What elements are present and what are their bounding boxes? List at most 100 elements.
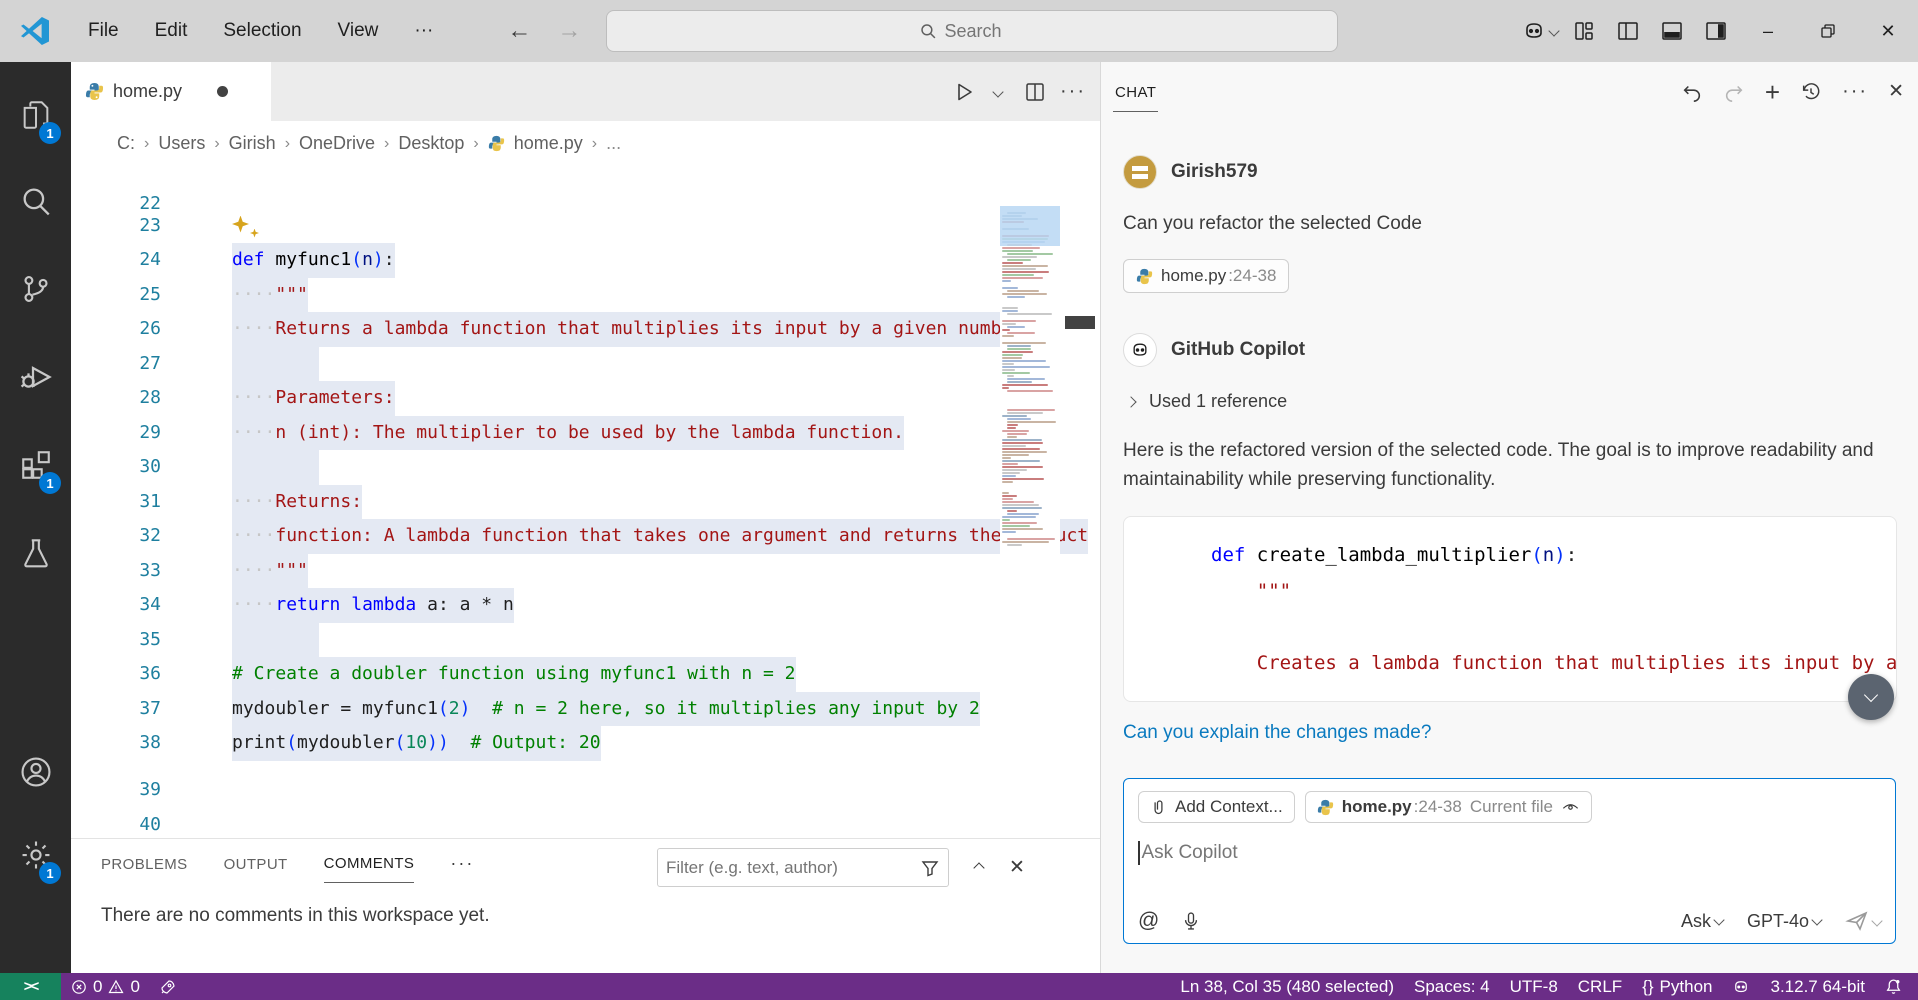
code-line[interactable]: 25····""" <box>71 278 1100 313</box>
microphone-icon[interactable] <box>1181 911 1201 931</box>
sidebar-item-extensions[interactable]: 1 <box>0 430 71 500</box>
code-line[interactable]: 32····function: A lambda function that t… <box>71 519 1100 554</box>
toggle-panel-button[interactable] <box>1650 11 1694 51</box>
code-line[interactable]: 37mydoubler = myfunc1(2) # n = 2 here, s… <box>71 692 1100 727</box>
modified-dot-icon[interactable] <box>217 86 228 97</box>
tab-chat[interactable]: CHAT <box>1113 72 1158 112</box>
copilot-status[interactable] <box>1722 973 1760 1000</box>
customize-layout-button[interactable] <box>1562 11 1606 51</box>
code-line[interactable]: """ <box>1140 573 1896 609</box>
add-context-button[interactable]: Add Context... <box>1138 791 1295 823</box>
breadcrumb-item[interactable]: C: <box>117 133 135 154</box>
panel-more-tabs-button[interactable]: ··· <box>450 853 474 874</box>
sidebar-item-source-control[interactable] <box>0 254 71 324</box>
code-line[interactable]: 38print(mydoubler(10)) # Output: 20 <box>71 726 1100 761</box>
run-dropdown-chevron-icon[interactable] <box>992 86 1003 97</box>
close-window-button[interactable]: ✕ <box>1858 0 1918 62</box>
copilot-sparkle-icon[interactable] <box>232 216 249 233</box>
code-line[interactable]: 40 <box>71 795 1100 830</box>
code-line[interactable]: 23 <box>71 209 1100 244</box>
python-version[interactable]: 3.12.7 64-bit <box>1760 973 1875 1000</box>
restore-button[interactable] <box>1798 0 1858 62</box>
code-line[interactable]: 34····return lambda a: a * n <box>71 588 1100 623</box>
back-arrow-icon[interactable]: ← <box>507 17 531 45</box>
code-line[interactable]: 27 <box>71 347 1100 382</box>
menu-more[interactable]: ··· <box>400 14 447 48</box>
new-chat-button[interactable]: + <box>1765 82 1780 102</box>
sash-handle[interactable] <box>1065 316 1095 329</box>
mode-selector[interactable]: Ask <box>1681 911 1723 932</box>
code-line[interactable] <box>1140 609 1896 645</box>
send-options-chevron-icon[interactable] <box>1871 915 1882 926</box>
code-line[interactable]: 31····Returns: <box>71 485 1100 520</box>
problems-status[interactable]: 0 0 <box>61 973 150 1000</box>
breadcrumb[interactable]: C:› Users› Girish› OneDrive› Desktop› ho… <box>71 121 1100 166</box>
current-file-chip[interactable]: home.py:24-38 Current file <box>1305 791 1592 823</box>
tab-home-py[interactable]: home.py <box>71 62 271 121</box>
code-line[interactable]: 33····""" <box>71 554 1100 589</box>
breadcrumb-item[interactable]: Users <box>158 133 205 154</box>
attachment-chip[interactable]: home.py:24-38 <box>1123 259 1289 293</box>
sidebar-item-explorer[interactable]: 1 <box>0 80 71 150</box>
filter-funnel-icon[interactable] <box>920 858 940 878</box>
code-line[interactable]: 30 <box>71 450 1100 485</box>
panel-maximize-chevron-icon[interactable] <box>973 862 984 873</box>
mention-button[interactable]: @ <box>1138 909 1159 933</box>
redo-icon[interactable] <box>1723 81 1745 103</box>
send-button[interactable] <box>1845 909 1881 933</box>
filter-input[interactable] <box>666 858 920 878</box>
code-line[interactable]: 24def myfunc1(n): <box>71 243 1100 278</box>
menu-view[interactable]: View <box>324 14 393 48</box>
menu-selection[interactable]: Selection <box>209 14 315 48</box>
notifications-bell[interactable] <box>1875 973 1918 1000</box>
followup-suggestion-link[interactable]: Can you explain the changes made? <box>1123 722 1896 744</box>
editor-more-actions-button[interactable]: ··· <box>1060 80 1086 103</box>
undo-icon[interactable] <box>1681 81 1703 103</box>
menu-file[interactable]: File <box>74 14 133 48</box>
split-editor-button[interactable] <box>1024 81 1046 103</box>
language-mode[interactable]: {} Python <box>1632 973 1722 1000</box>
launch-status[interactable] <box>150 973 186 1000</box>
chat-input-box[interactable]: Add Context... home.py:24-38 Current fil… <box>1123 778 1896 944</box>
tab-problems[interactable]: PROBLEMS <box>101 844 188 883</box>
history-icon[interactable] <box>1800 81 1822 103</box>
sidebar-item-account[interactable] <box>0 737 71 807</box>
forward-arrow-icon[interactable]: → <box>557 17 581 45</box>
minimize-button[interactable]: – <box>1738 0 1798 62</box>
code-line[interactable]: 36# Create a doubler function using myfu… <box>71 657 1100 692</box>
toggle-secondary-sidebar-button[interactable] <box>1694 11 1738 51</box>
eol-sequence[interactable]: CRLF <box>1568 973 1632 1000</box>
code-line[interactable]: 35 <box>71 623 1100 658</box>
tab-comments[interactable]: COMMENTS <box>324 843 415 883</box>
comments-filter[interactable] <box>657 848 949 887</box>
remote-indicator[interactable]: >< <box>0 973 61 1000</box>
code-line[interactable]: Creates a lambda function that multiplie… <box>1140 645 1896 681</box>
encoding[interactable]: UTF-8 <box>1500 973 1568 1000</box>
eye-icon[interactable] <box>1561 798 1580 817</box>
breadcrumb-item-file[interactable]: home.py <box>514 133 583 154</box>
breadcrumb-item[interactable]: OneDrive <box>299 133 375 154</box>
chat-more-actions-button[interactable]: ··· <box>1842 80 1868 103</box>
menu-edit[interactable]: Edit <box>141 14 202 48</box>
code-line[interactable]: 26····Returns a lambda function that mul… <box>71 312 1100 347</box>
sidebar-item-run-debug[interactable] <box>0 342 71 412</box>
scroll-to-bottom-button[interactable] <box>1848 674 1894 720</box>
sidebar-item-search[interactable] <box>0 166 71 236</box>
model-selector[interactable]: GPT-4o <box>1747 911 1821 932</box>
cursor-position[interactable]: Ln 38, Col 35 (480 selected) <box>1170 973 1404 1000</box>
tab-output[interactable]: OUTPUT <box>224 844 288 883</box>
breadcrumb-item[interactable]: Girish <box>229 133 276 154</box>
breadcrumb-item[interactable]: Desktop <box>398 133 464 154</box>
search-input[interactable] <box>945 21 1025 42</box>
code-line[interactable]: def create_lambda_multiplier(n): <box>1140 537 1896 573</box>
chat-input-placeholder[interactable]: Ask Copilot <box>1142 842 1238 864</box>
copilot-menu-button[interactable] <box>1518 11 1562 51</box>
chat-close-button[interactable]: ✕ <box>1888 80 1904 103</box>
indentation[interactable]: Spaces: 4 <box>1404 973 1500 1000</box>
sidebar-item-settings[interactable]: 1 <box>0 820 71 890</box>
run-button[interactable] <box>952 80 976 104</box>
code-line[interactable]: 39 <box>71 761 1100 796</box>
code-line[interactable]: 22 <box>71 174 1100 209</box>
sidebar-item-testing[interactable] <box>0 518 71 588</box>
code-line[interactable]: 28····Parameters: <box>71 381 1100 416</box>
